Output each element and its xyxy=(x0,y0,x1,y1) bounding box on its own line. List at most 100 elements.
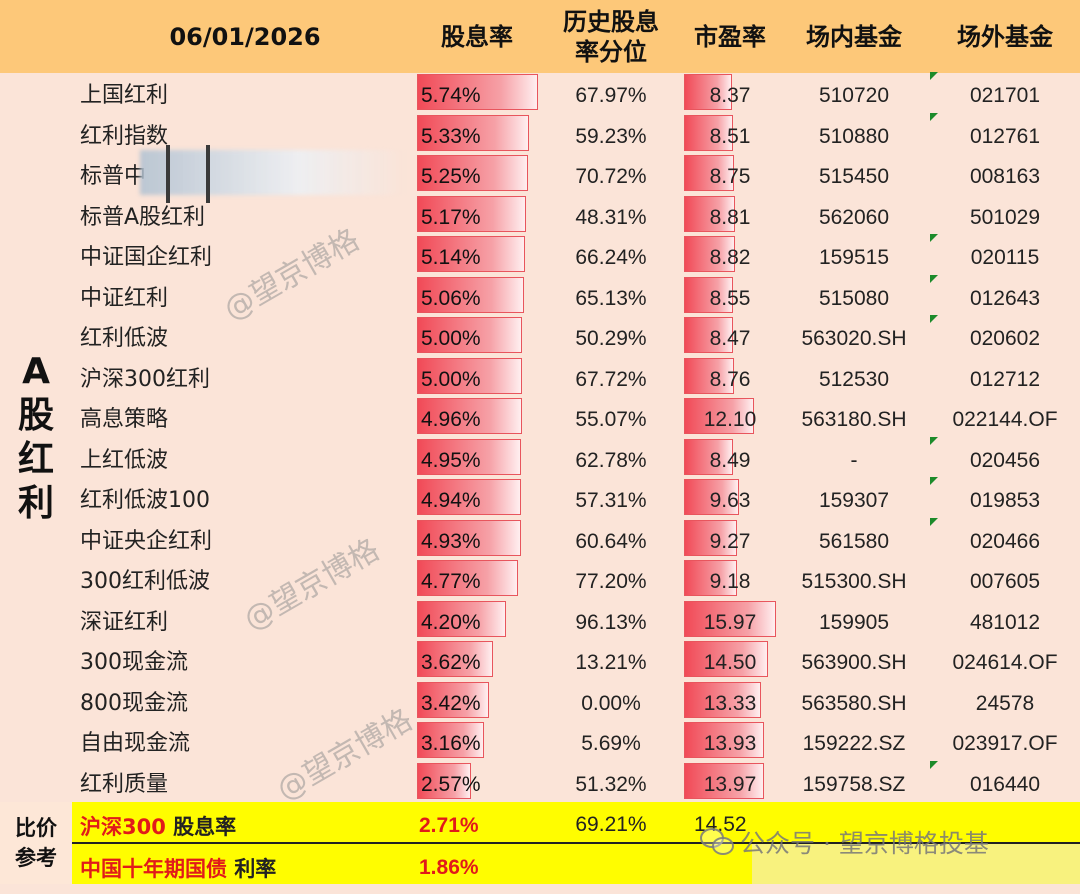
yield-percentile: 96.13% xyxy=(575,610,647,634)
index-name: 红利指数 xyxy=(80,123,169,149)
treasury-metric: 利率 xyxy=(234,857,277,881)
on-exchange-fund: 563180.SH xyxy=(801,408,907,431)
dividend-yield: 4.93% xyxy=(421,529,481,553)
redaction-blur xyxy=(140,150,405,195)
on-exchange-fund: 159905 xyxy=(818,610,890,634)
dividend-yield: 5.00% xyxy=(421,367,481,391)
on-exchange-fund: 510880 xyxy=(818,124,890,148)
treasury-label: 中国十年期国债 利率 xyxy=(80,844,276,884)
treasury-name: 中国十年期国债 xyxy=(80,857,227,881)
off-exchange-fund: 020466 xyxy=(969,529,1041,553)
header-dividend-yield: 股息率 xyxy=(441,22,513,51)
yield-percentile: 66.24% xyxy=(575,246,647,269)
pe-ratio: 9.63 xyxy=(709,489,751,512)
off-exchange-fund: 024614.OF xyxy=(952,651,1058,674)
csi300-percentile: 69.21% xyxy=(575,813,647,836)
yield-percentile: 48.31% xyxy=(575,205,647,229)
table-row: 高息策略 4.96% 55.07% 12.10 563180.SH 022144.OF xyxy=(0,397,1080,438)
header-pe-ratio: 市盈率 xyxy=(694,22,766,51)
dividend-yield: 2.57% xyxy=(421,772,481,796)
table-row: 上红低波 4.95% 62.78% 8.49 - 020456 xyxy=(0,436,1080,479)
comparison-label: 比价参考 xyxy=(0,802,72,884)
yield-percentile: 13.21% xyxy=(575,651,647,674)
header-off-exchange-fund: 场外基金 xyxy=(957,22,1053,51)
yield-percentile: 51.32% xyxy=(575,772,647,796)
dividend-yield: 3.16% xyxy=(421,732,481,755)
off-exchange-fund: 021701 xyxy=(969,84,1041,107)
table-row: 标普A股红利 5.17% 48.31% 8.81 562060 501029 xyxy=(0,195,1080,236)
table-row: 红利低波 5.00% 50.29% 8.47 563020.SH 020602 xyxy=(0,315,1080,357)
off-exchange-fund: 023917.OF xyxy=(952,732,1058,755)
pe-ratio: 13.97 xyxy=(703,772,757,796)
wechat-icon xyxy=(700,828,734,856)
on-exchange-fund: 563020.SH xyxy=(801,327,907,350)
on-exchange-fund: - xyxy=(850,448,858,472)
index-name: 红利低波100 xyxy=(80,488,210,513)
comparison-label-text: 比价参考 xyxy=(15,816,57,870)
index-name: 高息策略 xyxy=(80,407,169,432)
index-name: 标普中 xyxy=(80,164,147,189)
yield-percentile: 67.97% xyxy=(575,84,647,107)
table-row: 红利质量 2.57% 51.32% 13.97 159758.SZ 016440 xyxy=(0,760,1080,803)
index-name: 中证央企红利 xyxy=(80,528,213,554)
on-exchange-fund: 561580 xyxy=(818,529,890,553)
off-exchange-fund: 020115 xyxy=(970,246,1040,269)
on-exchange-fund: 563900.SH xyxy=(801,651,907,674)
table-row: 上国红利 5.74% 67.97% 8.37 510720 021701 xyxy=(0,72,1080,114)
on-exchange-fund: 512530 xyxy=(818,367,890,391)
csi300-name: 沪深300 xyxy=(80,815,166,839)
table-row: 300现金流 3.62% 13.21% 14.50 563900.SH 024614.OF xyxy=(0,640,1080,681)
yield-percentile: 0.00% xyxy=(581,691,641,715)
index-name: 上国红利 xyxy=(80,83,169,108)
treasury-reference-row: 中国十年期国债 利率 1.86% xyxy=(72,844,752,884)
dividend-yield: 3.62% xyxy=(421,651,481,674)
dividend-yield: 4.77% xyxy=(421,570,481,593)
table-row: 中证国企红利 5.14% 66.24% 8.82 159515 020115 xyxy=(0,234,1080,276)
table-row: 800现金流 3.42% 0.00% 13.33 563580.SH 24578 xyxy=(0,681,1080,722)
off-exchange-fund: 012712 xyxy=(969,367,1041,391)
off-exchange-fund: 019853 xyxy=(969,489,1041,512)
yield-percentile: 59.23% xyxy=(575,124,647,148)
dividend-yield: 4.94% xyxy=(421,489,481,512)
pe-ratio: 8.55 xyxy=(709,286,751,310)
csi300-label: 沪深300 股息率 xyxy=(80,802,236,842)
pe-ratio: 8.37 xyxy=(709,84,751,107)
treasury-yield: 1.86% xyxy=(419,856,479,879)
index-name: 上红低波 xyxy=(80,447,169,473)
header-date: 06/01/2026 xyxy=(169,22,321,51)
dividend-yield: 5.00% xyxy=(421,327,481,350)
on-exchange-fund: 510720 xyxy=(818,84,890,107)
pe-ratio: 13.33 xyxy=(703,691,757,715)
dividend-yield: 3.42% xyxy=(421,691,481,715)
yield-percentile: 70.72% xyxy=(575,165,647,188)
on-exchange-fund: 159515 xyxy=(818,246,890,269)
yield-percentile: 67.72% xyxy=(575,367,647,391)
off-exchange-fund: 020456 xyxy=(969,448,1041,472)
dividend-yield: 4.96% xyxy=(421,408,481,431)
table-row: 300红利低波 4.77% 77.20% 9.18 515300.SH 007605 xyxy=(0,559,1080,600)
index-name: 深证红利 xyxy=(80,609,169,635)
table-row: 沪深300红利 5.00% 67.72% 8.76 512530 012712 xyxy=(0,357,1080,398)
off-exchange-fund: 24578 xyxy=(975,691,1035,715)
index-name: 红利低波 xyxy=(80,326,169,351)
dividend-yield: 5.06% xyxy=(421,286,481,310)
on-exchange-fund: 515300.SH xyxy=(801,570,907,593)
table-row: 红利低波100 4.94% 57.31% 9.63 159307 019853 xyxy=(0,477,1080,519)
on-exchange-fund: 515080 xyxy=(818,286,890,310)
pe-ratio: 8.82 xyxy=(709,246,751,269)
off-exchange-fund: 007605 xyxy=(969,570,1041,593)
off-exchange-fund: 022144.OF xyxy=(952,408,1058,431)
dividend-yield: 4.20% xyxy=(421,610,481,634)
yield-percentile: 55.07% xyxy=(575,408,647,431)
pe-ratio: 15.97 xyxy=(703,610,757,634)
pe-ratio: 8.76 xyxy=(709,367,751,391)
index-name: 红利质量 xyxy=(80,771,169,797)
on-exchange-fund: 515450 xyxy=(818,165,890,188)
redaction-mark xyxy=(206,145,210,203)
on-exchange-fund: 159307 xyxy=(818,489,890,512)
header-on-exchange-fund: 场内基金 xyxy=(806,22,902,51)
off-exchange-fund: 481012 xyxy=(969,610,1041,634)
off-exchange-fund: 016440 xyxy=(969,772,1041,796)
pe-ratio: 9.27 xyxy=(709,529,751,553)
pe-ratio: 8.49 xyxy=(709,448,751,472)
